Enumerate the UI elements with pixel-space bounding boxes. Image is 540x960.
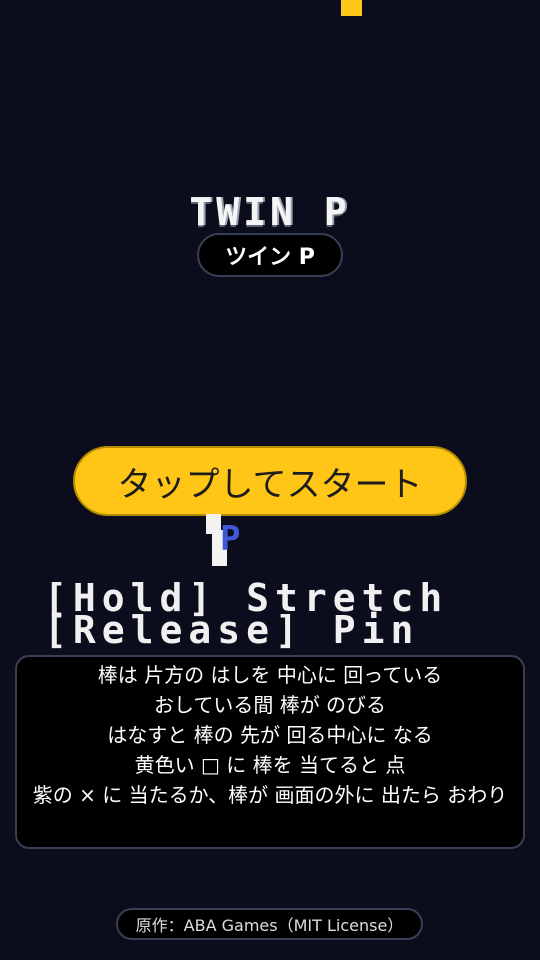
credit-label: 原作：ABA Games（MIT License） [116, 908, 423, 940]
instruction-line: はなすと 棒の 先が 回る中心に なる [107, 723, 433, 747]
start-button[interactable]: タップしてスタート [73, 446, 467, 516]
falling-target-block [341, 0, 362, 16]
pin-marker: P [220, 519, 241, 559]
game-subtitle: ツイン P [197, 233, 343, 277]
instruction-line: 棒は 片方の はしを 中心に 回っている [97, 663, 443, 687]
instruction-line: 紫の × に 当たるか、棒が 画面の外に 出たら おわり [32, 783, 508, 807]
instruction-line: おしている間 棒が のびる [153, 693, 387, 717]
control-release: [Release] Pin [44, 608, 420, 652]
controls-help: [Hold] Stretch [Release] Pin [44, 579, 448, 652]
game-title: TWIN P [189, 190, 351, 234]
instructions-panel: 棒は 片方の はしを 中心に 回っている おしている間 棒が のびる はなすと … [15, 655, 525, 849]
instruction-line: 黄色い □ に 棒を 当てると 点 [134, 753, 406, 777]
